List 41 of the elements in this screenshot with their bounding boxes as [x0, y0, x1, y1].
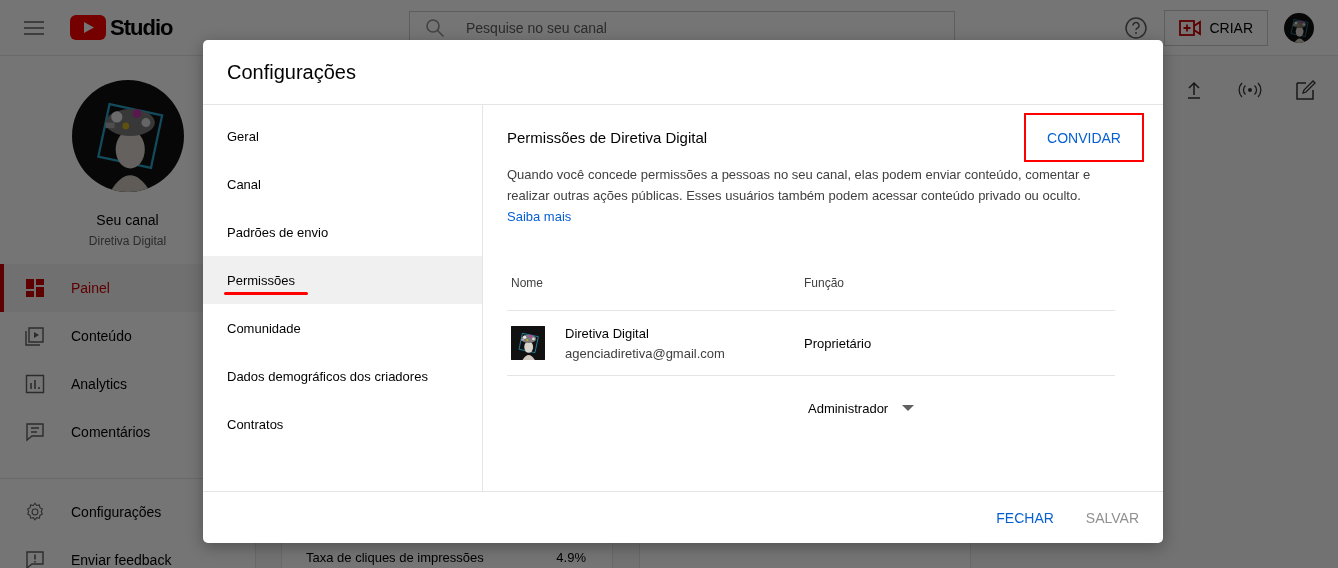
sidebar-item[interactable]: Configurações	[0, 488, 255, 536]
dialog-button[interactable]: FECHAR	[984, 501, 1066, 534]
member-role: Proprietário	[804, 335, 872, 351]
analytics-icon	[25, 374, 45, 394]
play-logo-icon	[70, 15, 106, 40]
help-icon[interactable]	[1124, 15, 1149, 40]
upload-icon	[1186, 81, 1202, 99]
sidebar-item[interactable]: Enviar feedback	[0, 536, 255, 568]
caret-icon	[902, 405, 915, 411]
settings-tab[interactable]: Canal	[203, 160, 482, 208]
camera-add-icon	[1179, 19, 1202, 36]
logo-text[interactable]: Studio	[110, 14, 173, 41]
edit-icon	[1296, 80, 1316, 100]
column-header: Nome	[510, 276, 544, 290]
settings-tab[interactable]: Dados demográficos dos criadores	[203, 352, 482, 400]
metric-value: 4.9%	[556, 550, 586, 565]
section-title: Permissões de Diretiva Digital	[507, 129, 708, 146]
channel-name: Diretiva Digital	[88, 234, 167, 248]
video-icon	[25, 326, 45, 346]
feedback-icon	[25, 550, 45, 568]
settings-tab[interactable]: Contratos	[203, 400, 482, 448]
column-header: Função	[804, 276, 845, 290]
dashboard-icon	[25, 278, 45, 298]
member-name: Diretiva Digital	[565, 325, 650, 341]
metric-label: Taxa de cliques de impressões	[306, 550, 484, 565]
invite-button[interactable]: CONVIDAR	[1024, 113, 1144, 162]
search-icon	[425, 17, 445, 38]
settings-tab[interactable]: Geral	[203, 112, 482, 160]
description-text: Quando você concede permissões a pessoas no seu canal, elas podem enviar conteúdo, comentar e realizar outras ações públicas. Esses usuários também podem acessar conteúdo privado ou oculto.	[507, 166, 1092, 205]
channel-title[interactable]: Seu canal	[96, 212, 159, 228]
settings-icon	[25, 502, 45, 522]
broadcast-icon	[1238, 82, 1262, 98]
dialog-title: Configurações	[227, 60, 356, 84]
comment-icon	[25, 422, 45, 442]
settings-tab[interactable]: Padrões de envio	[203, 208, 482, 256]
learn-more-link[interactable]: Saiba mais	[507, 209, 572, 224]
member-email: agenciadiretiva@gmail.com	[565, 345, 725, 361]
role-dropdown[interactable]: Administrador	[808, 400, 915, 416]
settings-tab[interactable]: Permissões	[203, 256, 482, 304]
create-button[interactable]: CRIAR	[1164, 9, 1268, 46]
menu-icon[interactable]	[24, 20, 44, 35]
